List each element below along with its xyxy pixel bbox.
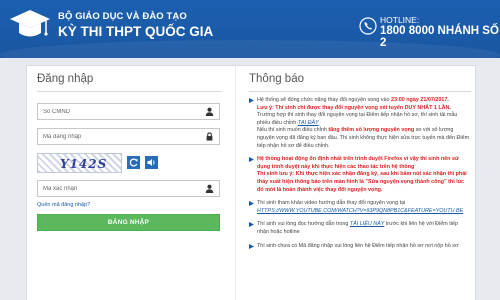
notice-text: Hệ thống sẽ đóng chức năng thay đổi nguy… (257, 97, 391, 103)
captcha-text: Y142S (60, 157, 108, 171)
arrow-bullet-icon (249, 243, 254, 249)
login-button[interactable]: ĐĂNG NHẬP (37, 214, 220, 231)
notice-title: Thông báo (249, 73, 304, 85)
login-title: Đăng nhập (37, 73, 94, 85)
login-form: Đăng nhập Y142S (37, 73, 222, 231)
notice-text: Trường hợp thí sinh thay đổi nguyện vọng… (257, 112, 458, 126)
arrow-bullet-icon (249, 98, 254, 103)
forgot-code-link[interactable]: Quên mã đăng nhập? (37, 202, 222, 208)
arrow-bullet-icon (249, 157, 254, 163)
notice-highlight: tăng thêm số lượng nguyện vọng (328, 127, 415, 134)
notice-item: Hệ thống sẽ đóng chức năng thay đổi nguy… (249, 97, 471, 150)
refresh-icon[interactable] (127, 156, 140, 169)
arrow-bullet-icon (249, 222, 254, 228)
notice-item: Thí sinh vui lòng đọc hướng dẫn trong TÀ… (249, 221, 471, 236)
captcha-field[interactable] (37, 180, 220, 197)
user-icon (205, 107, 214, 116)
password-field[interactable] (37, 128, 220, 145)
notice-text: Thí sinh chưa có Mã đăng nhập vui lòng l… (257, 242, 459, 249)
form-download-link[interactable]: TẠI ĐÂY (298, 120, 319, 126)
hotline-number[interactable]: 1800 8000 NHÁNH SỐ 2 (380, 25, 500, 49)
video-link[interactable]: HTTPS://WWW.YOUTUBE.COM/WATCH?V=93P9QN8P… (257, 208, 463, 214)
site-header: BỘ GIÁO DỤC VÀ ĐÀO TẠO KỲ THI THPT QUỐC … (0, 0, 500, 58)
graduation-cap-logo-icon (10, 10, 50, 37)
ministry-name: BỘ GIÁO DỤC VÀ ĐÀO TẠO (58, 11, 187, 22)
notice-item: Hệ thống hoạt động ổn định nhất trên trì… (249, 156, 471, 194)
password-input[interactable] (38, 129, 198, 144)
phone-icon (359, 17, 377, 35)
confirm-warning: Thí sinh lưu ý: Khi thực hiện xác nhận đ… (257, 171, 467, 193)
notice-text: Thí sinh vui lòng đọc hướng dẫn trong (257, 221, 350, 228)
main-panel: Đăng nhập Y142S (26, 65, 476, 300)
captcha-image: Y142S (37, 153, 122, 173)
notice-deadline: 23:00 ngày 21/07/2017. (390, 97, 449, 103)
browser-warning: Hệ thống hoạt động ổn định nhất trên trì… (257, 156, 459, 170)
exam-title: KỲ THI THPT QUỐC GIA (58, 24, 214, 39)
captcha-row: Y142S (37, 153, 222, 173)
notice-item: Thí sinh chưa có Mã đăng nhập vui lòng l… (249, 243, 471, 251)
user-icon (205, 184, 214, 193)
hotline-label: HOTLINE: (380, 15, 420, 25)
notice-item: Thí sinh tham khảo video hướng dẫn thay … (249, 200, 471, 215)
captcha-input[interactable] (38, 181, 198, 196)
cmnd-field[interactable] (37, 103, 220, 120)
notice-text: Nếu thí sinh muốn điều chỉnh (257, 127, 329, 134)
notice-panel: Thông báo Hệ thống sẽ đóng chức năng tha… (249, 73, 471, 256)
login-divider (37, 91, 222, 92)
notice-text: Thí sinh tham khảo video hướng dẫn thay … (257, 200, 406, 207)
arrow-bullet-icon (249, 201, 254, 207)
column-divider (235, 66, 236, 300)
cmnd-input[interactable] (38, 104, 198, 119)
notice-divider (249, 91, 471, 92)
guide-link[interactable]: TÀI LIỆU NÀY (350, 221, 384, 227)
notice-warning: Lưu ý: Thí sinh chỉ được thay đổi nguyện… (257, 104, 451, 111)
audio-icon[interactable] (145, 156, 158, 169)
lock-icon (206, 132, 213, 141)
